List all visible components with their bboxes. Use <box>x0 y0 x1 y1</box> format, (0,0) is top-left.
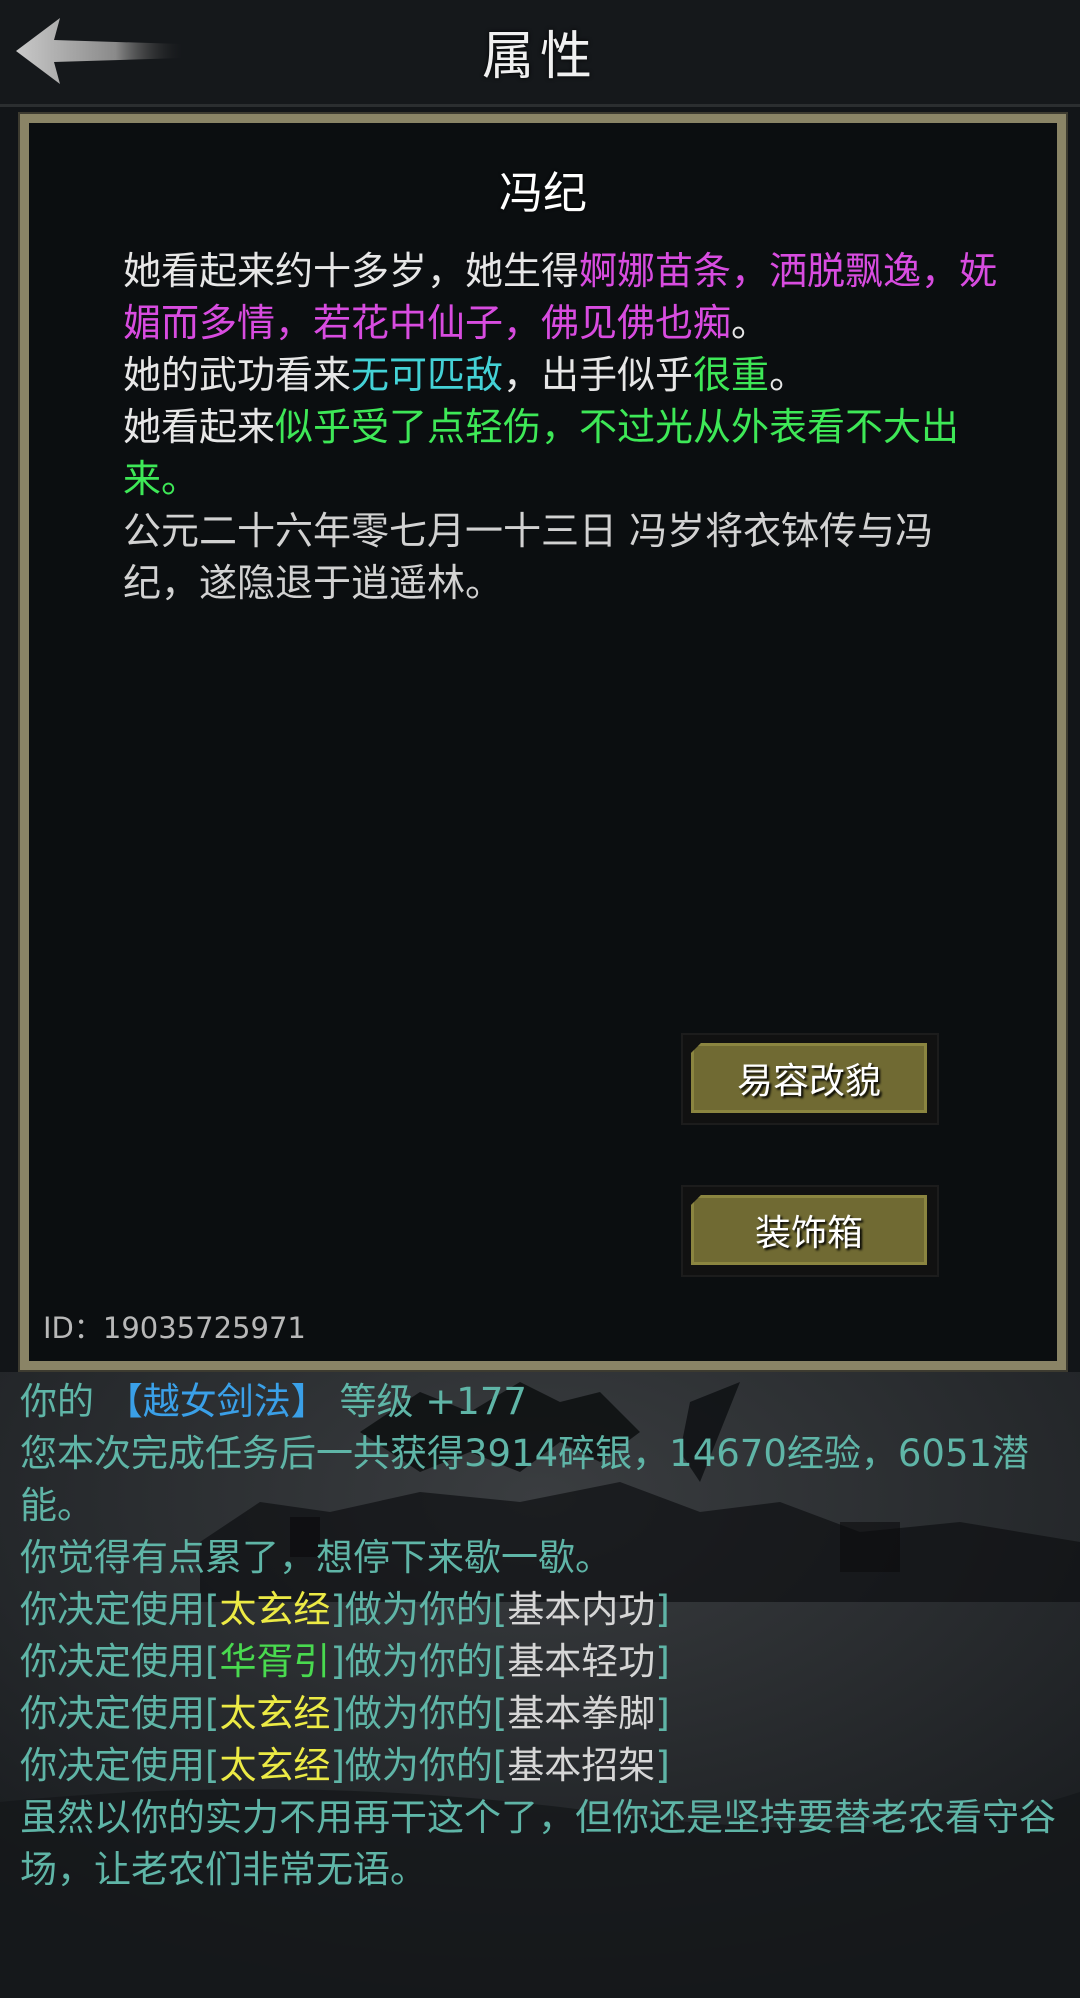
decor-box-button[interactable]: 装饰箱 <box>681 1185 939 1277</box>
martial-prefix: 她的武功看来 <box>123 353 352 397</box>
log-lines: 你的 【越女剑法】 等级 +177 您本次完成任务后一共获得3914碎银，146… <box>20 1376 1070 1896</box>
top-bar: 属性 <box>0 0 1080 107</box>
log-skill-name: 【越女剑法】 <box>105 1380 328 1423</box>
martial-suffix: 。 <box>769 353 808 397</box>
appearance-line: 她看起来约十多岁，她生得婀娜苗条，洒脱飘逸，妩媚而多情，若花中仙子，佛见佛也痴。 <box>123 245 1003 349</box>
log-text: ]做为你的[ <box>330 1692 508 1735</box>
decor-box-button-label: 装饰箱 <box>754 1213 863 1254</box>
player-id: ID：19035725971 <box>43 1311 306 1345</box>
page-title: 属性 <box>481 27 598 87</box>
log-text: 等级 +177 <box>327 1380 527 1423</box>
choice-slot: 基本轻功 <box>507 1640 656 1683</box>
character-panel: 冯纪 她看起来约十多岁，她生得婀娜苗条，洒脱飘逸，妩媚而多情，若花中仙子，佛见佛… <box>18 112 1068 1372</box>
log-text: ] <box>655 1744 670 1787</box>
martial-line: 她的武功看来无可匹敌，出手似乎很重。 <box>123 349 1003 401</box>
appearance-suffix: 。 <box>731 301 770 345</box>
log-text: ]做为你的[ <box>330 1744 508 1787</box>
log-choice: 你决定使用[太玄经]做为你的[基本招架] <box>20 1740 1070 1792</box>
choice-slot: 基本招架 <box>507 1744 656 1787</box>
martial-level: 无可匹敌 <box>351 353 504 397</box>
martial-mid: ，出手似乎 <box>503 353 694 397</box>
log-reward: 您本次完成任务后一共获得3914碎银，14670经验，6051潜能。 <box>20 1432 1030 1527</box>
log-text: ] <box>655 1692 670 1735</box>
choice-skill: 太玄经 <box>219 1744 331 1787</box>
choice-skill: 华胥引 <box>219 1640 331 1683</box>
makeover-button-label: 易容改貌 <box>736 1061 881 1102</box>
log-text: ] <box>655 1588 670 1631</box>
log-choice: 你决定使用[太玄经]做为你的[基本内功] <box>20 1584 1070 1636</box>
makeover-button[interactable]: 易容改貌 <box>681 1033 939 1125</box>
log-text: ]做为你的[ <box>330 1588 508 1631</box>
character-description: 她看起来约十多岁，她生得婀娜苗条，洒脱飘逸，妩媚而多情，若花中仙子，佛见佛也痴。… <box>123 245 1003 609</box>
log-skill-up: 你的 【越女剑法】 等级 +177 <box>20 1376 1070 1428</box>
log-text: ]做为你的[ <box>330 1640 508 1683</box>
log-choice: 你决定使用[太玄经]做为你的[基本拳脚] <box>20 1688 1070 1740</box>
log-text: 你决定使用[ <box>20 1744 220 1787</box>
martial-strength: 很重 <box>693 353 770 397</box>
log-choice: 你决定使用[华胥引]做为你的[基本轻功] <box>20 1636 1070 1688</box>
log-text: 你决定使用[ <box>20 1588 220 1631</box>
log-tired: 你觉得有点累了，想停下来歇一歇。 <box>20 1536 612 1579</box>
choice-skill: 太玄经 <box>219 1588 331 1631</box>
log-text: ] <box>655 1640 670 1683</box>
log-text: 你决定使用[ <box>20 1640 220 1683</box>
appearance-prefix: 她看起来约十多岁，她生得 <box>123 249 580 293</box>
message-log[interactable]: 你的 【越女剑法】 等级 +177 您本次完成任务后一共获得3914碎银，146… <box>0 1372 1080 1998</box>
choice-skill: 太玄经 <box>219 1692 331 1735</box>
health-prefix: 她看起来 <box>123 405 276 449</box>
choice-slot: 基本拳脚 <box>507 1692 656 1735</box>
history-line: 公元二十六年零七月一十三日 冯岁将衣钵传与冯纪，遂隐退于逍遥林。 <box>123 509 934 605</box>
log-text: 你的 <box>20 1380 106 1423</box>
character-name: 冯纪 <box>499 168 587 219</box>
log-ending: 虽然以你的实力不用再干这个了，但你还是坚持要替老农看守谷场，让老农们非常无语。 <box>20 1796 1056 1891</box>
health-line: 她看起来似乎受了点轻伤，不过光从外表看不大出来。 <box>123 401 1003 505</box>
log-text: 你决定使用[ <box>20 1692 220 1735</box>
choice-slot: 基本内功 <box>507 1588 656 1631</box>
